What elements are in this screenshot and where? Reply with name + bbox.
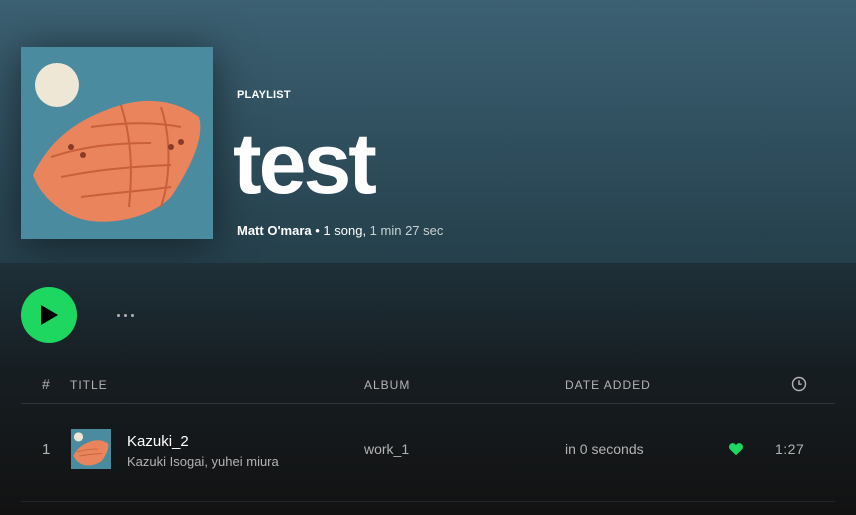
track-album[interactable]: work_1 <box>364 441 409 457</box>
playlist-cover[interactable] <box>21 47 213 239</box>
track-date-added: in 0 seconds <box>565 441 644 457</box>
playlist-title[interactable]: test <box>233 112 377 216</box>
more-options-button[interactable] <box>110 303 140 327</box>
track-thumbnail <box>71 429 111 469</box>
table-row[interactable]: 1 Kazuki_2 Kazuki Isogai, yuhei miura wo… <box>21 413 835 485</box>
header-number: # <box>42 376 50 392</box>
track-title[interactable]: Kazuki_2 <box>127 433 189 450</box>
album-art-icon <box>71 429 111 469</box>
tracklist-header: # TITLE ALBUM DATE ADDED <box>21 372 835 404</box>
song-count: 1 song, <box>323 223 370 238</box>
playlist-duration: 1 min 27 sec <box>369 223 444 238</box>
track-number: 1 <box>42 441 51 458</box>
play-button[interactable] <box>21 287 77 343</box>
track-artists[interactable]: Kazuki Isogai, yuhei miura <box>127 454 279 469</box>
more-options-icon <box>116 313 120 317</box>
header-album[interactable]: ALBUM <box>364 378 410 392</box>
header-date-added[interactable]: DATE ADDED <box>565 378 651 392</box>
meta-separator: • <box>311 223 324 238</box>
album-art-icon <box>21 47 213 239</box>
heart-icon[interactable] <box>728 441 744 462</box>
play-icon <box>41 305 58 325</box>
playlist-type-label: PLAYLIST <box>237 89 291 101</box>
header-title[interactable]: TITLE <box>70 378 108 392</box>
divider <box>21 501 835 502</box>
owner-name[interactable]: Matt O'mara <box>237 223 312 238</box>
track-duration: 1:27 <box>775 441 805 457</box>
clock-icon[interactable] <box>791 376 807 395</box>
playlist-meta: Matt O'mara • 1 song, 1 min 27 sec <box>237 223 443 238</box>
